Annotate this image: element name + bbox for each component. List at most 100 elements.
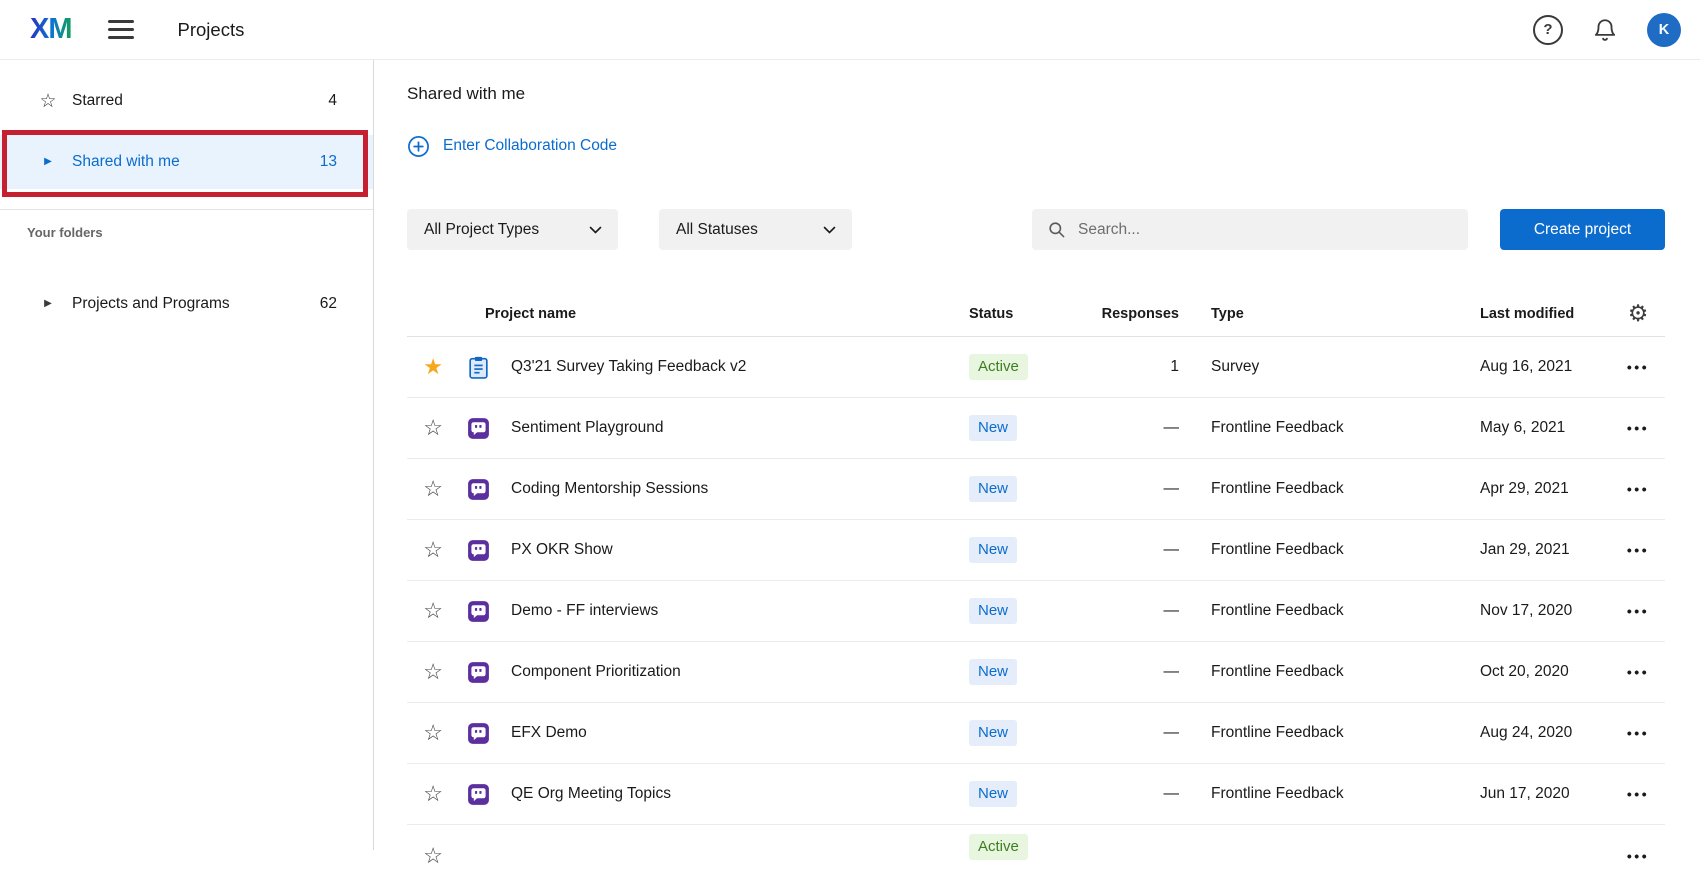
project-name[interactable]: Coding Mentorship Sessions	[495, 480, 969, 498]
table-row[interactable]: ☆ Demo - FF interviews New — Frontline F…	[407, 581, 1665, 642]
project-type: Frontline Feedback	[1179, 663, 1441, 681]
column-header-type[interactable]: Type	[1179, 306, 1441, 322]
sidebar-item-projects-and-programs[interactable]: ▶ Projects and Programs 62	[0, 278, 373, 330]
table-row[interactable]: ☆ QE Org Meeting Topics New — Frontline …	[407, 764, 1665, 825]
star-cell[interactable]: ☆	[407, 722, 443, 744]
star-outline-icon: ☆	[423, 478, 443, 500]
top-bar: XM Projects ? K	[0, 0, 1700, 60]
table-row[interactable]: ☆ Component Prioritization New — Frontli…	[407, 642, 1665, 703]
sidebar-item-shared-with-me[interactable]: ▶ Shared with me 13	[0, 135, 373, 189]
project-name[interactable]: Sentiment Playground	[495, 419, 969, 437]
status-badge: New	[969, 659, 1017, 685]
menu-icon[interactable]	[108, 20, 134, 39]
project-type: Frontline Feedback	[1179, 724, 1441, 742]
table-row[interactable]: ☆ Active •••	[407, 825, 1665, 886]
row-actions-button[interactable]: •••	[1611, 543, 1665, 557]
star-cell[interactable]: ☆	[407, 783, 443, 805]
project-type: Frontline Feedback	[1179, 785, 1441, 803]
status-badge: New	[969, 720, 1017, 746]
frontline-feedback-icon	[466, 416, 491, 441]
last-modified: May 6, 2021	[1441, 419, 1611, 437]
sidebar-item-label: Starred	[72, 92, 123, 110]
row-actions-button[interactable]: •••	[1611, 726, 1665, 740]
chevron-down-icon	[823, 226, 836, 234]
project-name[interactable]: Demo - FF interviews	[495, 602, 969, 620]
page-title: Projects	[178, 19, 245, 41]
star-cell[interactable]: ☆	[407, 478, 443, 500]
help-button[interactable]: ?	[1533, 15, 1563, 45]
menu-bar	[108, 28, 134, 31]
main-content: Shared with me Enter Collaboration Code …	[375, 60, 1700, 850]
project-name[interactable]: Component Prioritization	[495, 663, 969, 681]
row-actions-button[interactable]: •••	[1611, 849, 1665, 863]
column-header-project-name[interactable]: Project name	[443, 306, 969, 322]
notifications-button[interactable]	[1592, 17, 1618, 43]
project-icon-cell	[443, 355, 495, 380]
enter-collaboration-code-link[interactable]: Enter Collaboration Code	[407, 132, 617, 160]
table-row[interactable]: ☆ Coding Mentorship Sessions New — Front…	[407, 459, 1665, 520]
avatar[interactable]: K	[1647, 13, 1681, 47]
star-cell[interactable]: ☆	[407, 845, 443, 867]
column-header-last-modified[interactable]: Last modified	[1441, 306, 1611, 322]
ellipsis-icon: •••	[1627, 604, 1649, 618]
table-settings-button[interactable]: ⚙	[1611, 302, 1665, 325]
question-mark-icon: ?	[1543, 21, 1552, 38]
status-cell: New	[969, 781, 1087, 807]
survey-icon	[466, 355, 491, 380]
project-type-filter[interactable]: All Project Types	[407, 209, 618, 250]
project-icon-cell	[443, 416, 495, 441]
search-input[interactable]	[1032, 209, 1468, 250]
star-outline-icon: ☆	[423, 661, 443, 683]
collab-link-label: Enter Collaboration Code	[443, 137, 617, 155]
create-project-button[interactable]: Create project	[1500, 209, 1665, 250]
project-name[interactable]: Q3'21 Survey Taking Feedback v2	[495, 358, 969, 376]
ellipsis-icon: •••	[1627, 665, 1649, 679]
status-filter[interactable]: All Statuses	[659, 209, 852, 250]
project-name[interactable]: PX OKR Show	[495, 541, 969, 559]
row-actions-button[interactable]: •••	[1611, 665, 1665, 679]
star-cell[interactable]: ★	[407, 356, 443, 378]
project-type: Frontline Feedback	[1179, 480, 1441, 498]
frontline-feedback-icon	[466, 538, 491, 563]
project-icon-cell	[443, 599, 495, 624]
search-box	[1032, 209, 1468, 250]
table-row[interactable]: ☆ PX OKR Show New — Frontline Feedback J…	[407, 520, 1665, 581]
column-header-responses[interactable]: Responses	[1087, 306, 1179, 322]
row-actions-button[interactable]: •••	[1611, 604, 1665, 618]
star-outline-icon: ☆	[38, 92, 58, 111]
xm-logo[interactable]: XM	[30, 15, 72, 44]
table-row[interactable]: ★ Q3'21 Survey Taking Feedback v2 Active…	[407, 337, 1665, 398]
last-modified: Aug 16, 2021	[1441, 358, 1611, 376]
sidebar-item-count: 13	[320, 153, 337, 171]
responses-value: —	[1087, 785, 1179, 803]
frontline-feedback-icon	[466, 660, 491, 685]
frontline-feedback-icon	[466, 782, 491, 807]
status-badge: New	[969, 598, 1017, 624]
row-actions-button[interactable]: •••	[1611, 360, 1665, 374]
sidebar-item-count: 4	[328, 92, 337, 110]
project-type-filter-label: All Project Types	[424, 221, 539, 239]
sidebar-item-starred[interactable]: ☆ Starred 4	[0, 75, 373, 127]
responses-value: —	[1087, 724, 1179, 742]
project-name[interactable]: EFX Demo	[495, 724, 969, 742]
project-name[interactable]: QE Org Meeting Topics	[495, 785, 969, 803]
project-type: Frontline Feedback	[1179, 541, 1441, 559]
star-cell[interactable]: ☆	[407, 600, 443, 622]
column-header-status[interactable]: Status	[969, 306, 1087, 322]
row-actions-button[interactable]: •••	[1611, 787, 1665, 801]
responses-value: —	[1087, 419, 1179, 437]
table-row[interactable]: ☆ Sentiment Playground New — Frontline F…	[407, 398, 1665, 459]
status-cell: New	[969, 598, 1087, 624]
project-icon-cell	[443, 721, 495, 746]
row-actions-button[interactable]: •••	[1611, 421, 1665, 435]
star-cell[interactable]: ☆	[407, 417, 443, 439]
star-cell[interactable]: ☆	[407, 661, 443, 683]
project-type: Survey	[1179, 358, 1441, 376]
row-actions-button[interactable]: •••	[1611, 482, 1665, 496]
ellipsis-icon: •••	[1627, 726, 1649, 740]
star-outline-icon: ☆	[423, 600, 443, 622]
frontline-feedback-icon	[466, 599, 491, 624]
project-type: Frontline Feedback	[1179, 419, 1441, 437]
table-row[interactable]: ☆ EFX Demo New — Frontline Feedback Aug …	[407, 703, 1665, 764]
star-cell[interactable]: ☆	[407, 539, 443, 561]
